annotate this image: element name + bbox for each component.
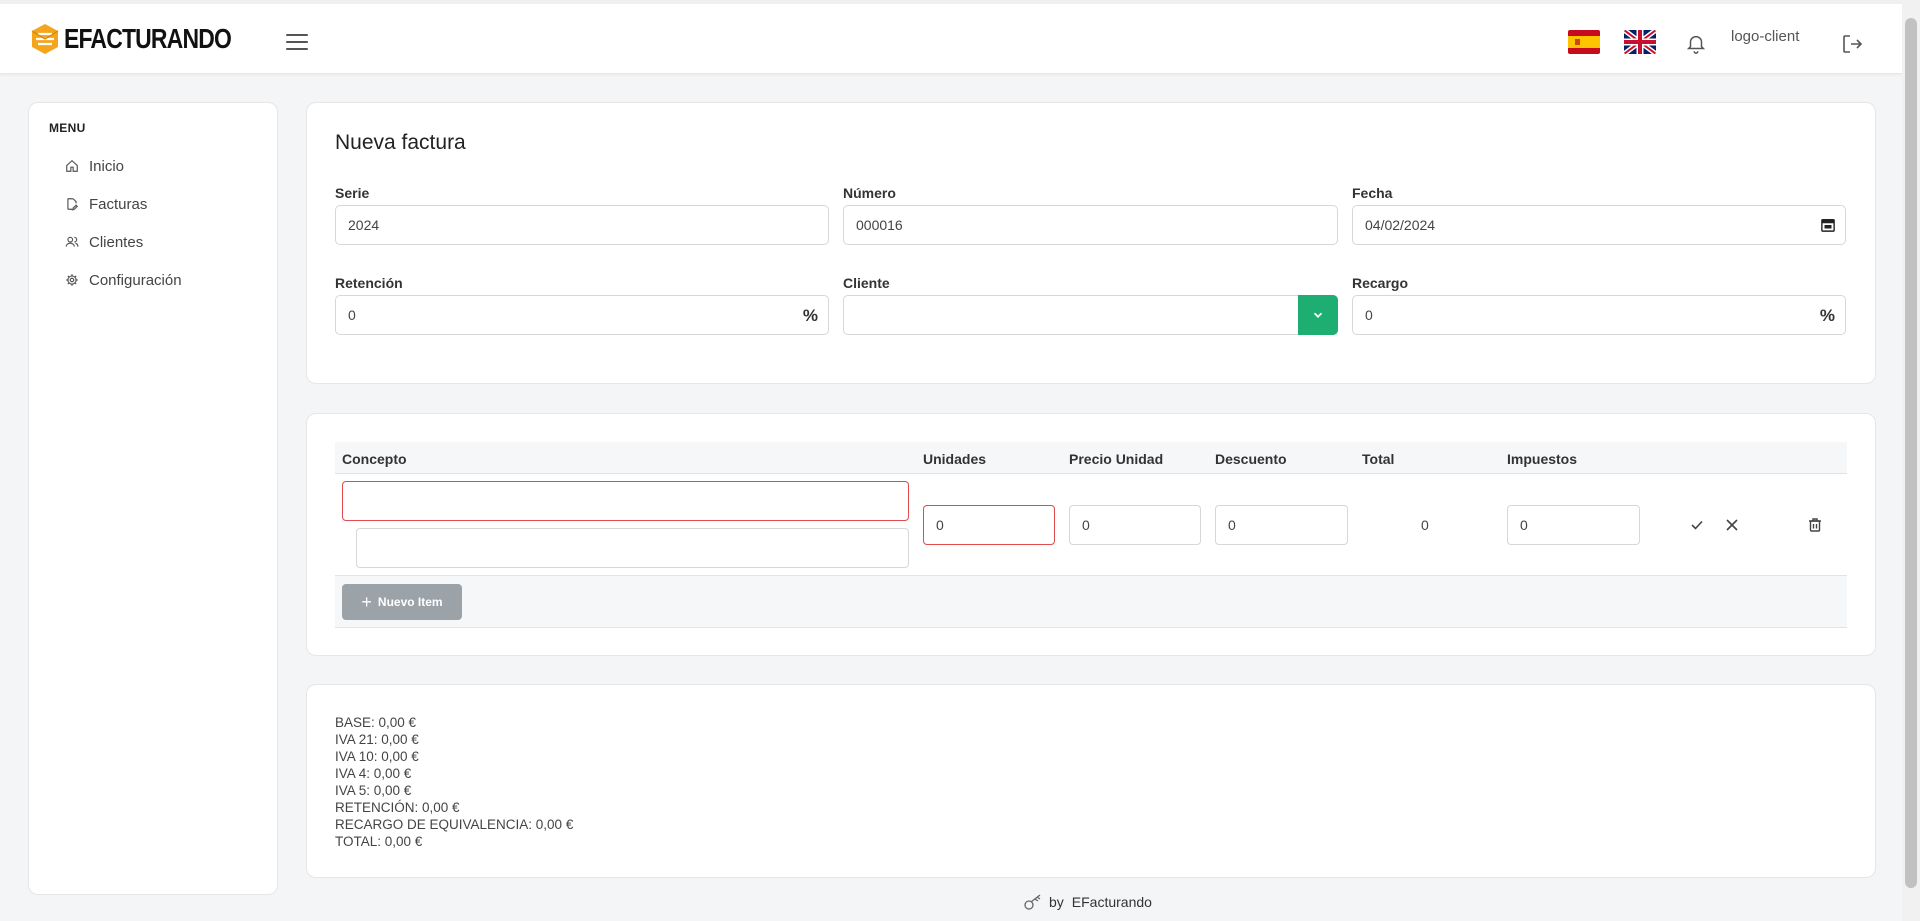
retencion-label: Retención xyxy=(335,275,403,291)
sidebar-item-label: Configuración xyxy=(89,271,182,289)
footer-brand-link[interactable]: EFacturando xyxy=(1072,894,1152,910)
invoice-edit-icon xyxy=(67,198,79,211)
cliente-dropdown-button[interactable] xyxy=(1298,295,1338,335)
top-navbar: EFACTURANDO logo-client xyxy=(0,4,1902,74)
sidebar-item-label: Clientes xyxy=(89,233,144,251)
fecha-value: 04/02/2024 xyxy=(1365,217,1436,233)
fecha-label: Fecha xyxy=(1352,185,1393,201)
items-card: Concepto Unidades Precio Unidad Descuent… xyxy=(306,413,1876,656)
home-icon xyxy=(66,159,78,172)
trash-icon[interactable] xyxy=(1807,517,1823,533)
gear-icon xyxy=(66,274,78,286)
new-item-label: Nuevo Item xyxy=(377,595,443,609)
retencion-input[interactable]: 0 % xyxy=(335,295,829,335)
footer: by EFacturando xyxy=(1023,893,1152,911)
precio-unidad-value: 0 xyxy=(1082,517,1090,533)
concepto-input[interactable] xyxy=(342,481,909,521)
numero-label: Número xyxy=(843,185,896,201)
cliente-select[interactable] xyxy=(843,295,1338,335)
impuestos-input[interactable]: 0 xyxy=(1507,505,1640,545)
descuento-input[interactable]: 0 xyxy=(1215,505,1348,545)
column-header: Impuestos xyxy=(1507,451,1578,467)
column-header: Precio Unidad xyxy=(1069,451,1164,467)
brand-name: EFACTURANDO xyxy=(64,23,232,54)
client-logo-alt-text: logo-client xyxy=(1731,28,1800,45)
plus-icon: + xyxy=(361,592,372,612)
descuento-value: 0 xyxy=(1228,517,1236,533)
page-title: Nueva factura xyxy=(335,131,466,154)
footer-by: by xyxy=(1049,894,1064,910)
summary-line-base: BASE: 0,00 € xyxy=(335,715,417,730)
sidebar-item-label: Facturas xyxy=(89,195,148,213)
serie-input[interactable]: 2024 xyxy=(335,205,829,245)
sidebar-item-clientes[interactable]: Clientes xyxy=(65,231,143,253)
items-table-footer: + Nuevo Item xyxy=(335,576,1847,628)
summary-line-iva10: IVA 10: 0,00 € xyxy=(335,749,419,764)
table-row: 0 0 0 0 0 xyxy=(335,474,1847,576)
logout-icon[interactable] xyxy=(1840,32,1864,61)
calendar-icon[interactable] xyxy=(1821,218,1835,232)
descripcion-input[interactable] xyxy=(356,528,909,568)
sidebar-item-label: Inicio xyxy=(89,157,125,175)
column-header: Total xyxy=(1362,451,1395,467)
confirm-check-icon[interactable] xyxy=(1689,517,1705,533)
sidebar-item-configuracion[interactable]: Configuración xyxy=(65,269,182,291)
recargo-value: 0 xyxy=(1365,307,1373,323)
percent-suffix: % xyxy=(1819,306,1835,325)
sidebar-title: MENU xyxy=(49,121,86,135)
numero-input[interactable]: 000016 xyxy=(843,205,1338,245)
sidebar-item-inicio[interactable]: Inicio xyxy=(65,155,124,177)
items-table-header: Concepto Unidades Precio Unidad Descuent… xyxy=(335,442,1847,474)
scrollbar-thumb[interactable] xyxy=(1905,18,1917,888)
spanish-flag-icon[interactable] xyxy=(1568,30,1600,54)
summary-line-iva4: IVA 4: 0,00 € xyxy=(335,766,412,781)
numero-value: 000016 xyxy=(856,217,903,233)
sidebar: MENU Inicio Facturas Clientes Configurac… xyxy=(28,102,278,895)
column-header: Concepto xyxy=(342,451,407,467)
new-item-button[interactable]: + Nuevo Item xyxy=(342,584,462,620)
percent-suffix: % xyxy=(802,306,818,325)
total-value: 0 xyxy=(1421,517,1429,533)
summary-card: BASE: 0,00 € IVA 21: 0,00 € IVA 10: 0,00… xyxy=(306,684,1876,878)
recargo-label: Recargo xyxy=(1352,275,1409,291)
fecha-input[interactable]: 04/02/2024 xyxy=(1352,205,1846,245)
sidebar-item-facturas[interactable]: Facturas xyxy=(65,193,147,215)
column-header: Unidades xyxy=(923,451,987,467)
notifications-bell-icon[interactable] xyxy=(1685,32,1707,59)
summary-line-recargo: RECARGO DE EQUIVALENCIA: 0,00 € xyxy=(335,817,574,832)
summary-line-retencion: RETENCIÓN: 0,00 € xyxy=(335,800,460,815)
recargo-input[interactable]: 0 % xyxy=(1352,295,1846,335)
summary-line-total: TOTAL: 0,00 € xyxy=(335,834,423,849)
cliente-label: Cliente xyxy=(843,275,890,291)
summary-line-iva21: IVA 21: 0,00 € xyxy=(335,732,419,747)
unidades-input[interactable]: 0 xyxy=(923,505,1055,545)
serie-value: 2024 xyxy=(348,217,380,233)
impuestos-value: 0 xyxy=(1520,517,1528,533)
chevron-down-icon xyxy=(1313,312,1323,318)
menu-toggle-icon[interactable] xyxy=(286,34,308,55)
page-scrollbar[interactable] xyxy=(1902,0,1920,921)
brand-logo[interactable]: EFACTURANDO xyxy=(28,22,268,56)
efacturando-footer-icon xyxy=(1024,894,1041,910)
uk-flag-icon[interactable] xyxy=(1624,30,1656,54)
cancel-x-icon[interactable] xyxy=(1724,517,1740,533)
efacturando-logo-icon xyxy=(31,24,59,54)
invoice-form-card: Nueva factura Serie 2024 Número 000016 F… xyxy=(306,102,1876,384)
retencion-value: 0 xyxy=(348,307,356,323)
serie-label: Serie xyxy=(335,185,370,201)
totals-summary: BASE: 0,00 € IVA 21: 0,00 € IVA 10: 0,00… xyxy=(335,714,573,850)
precio-unidad-input[interactable]: 0 xyxy=(1069,505,1201,545)
column-header: Descuento xyxy=(1215,451,1287,467)
users-icon xyxy=(65,236,79,247)
client-logo-image: logo-client xyxy=(1731,28,1799,45)
summary-line-iva5: IVA 5: 0,00 € xyxy=(335,783,412,798)
unidades-value: 0 xyxy=(936,517,944,533)
